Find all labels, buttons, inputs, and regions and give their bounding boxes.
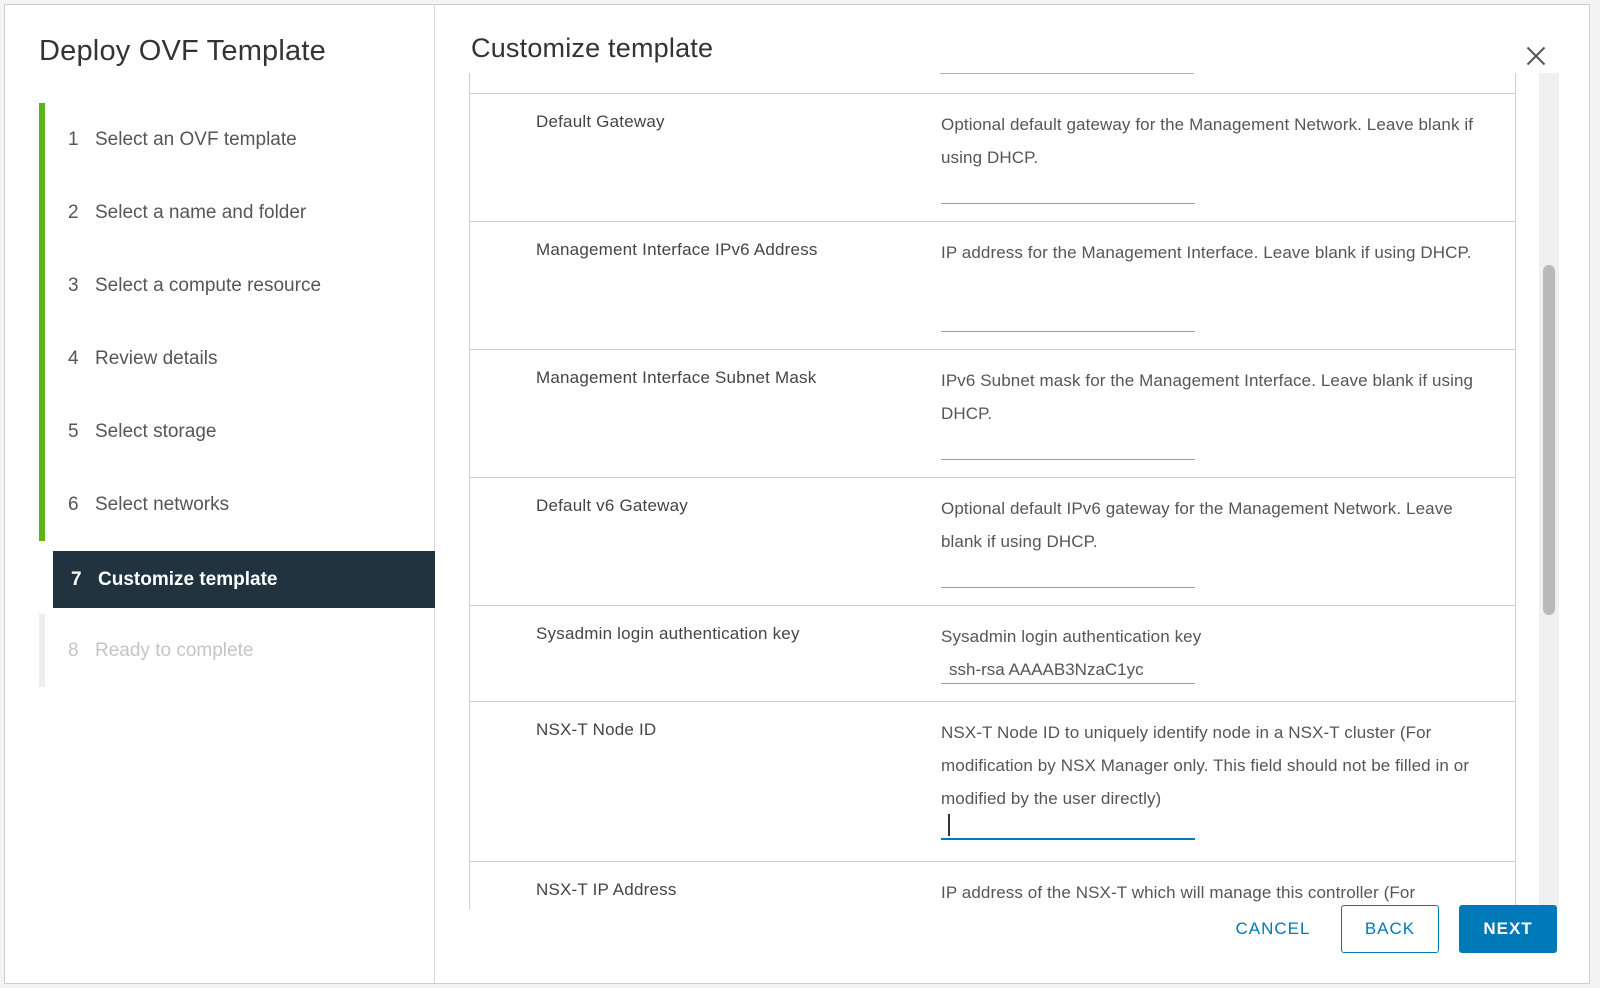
property-label: Default Gateway bbox=[536, 112, 665, 131]
property-label: Management Interface IPv6 Address bbox=[536, 240, 818, 259]
property-description: IPv6 Subnet mask for the Management Inte… bbox=[941, 371, 1474, 423]
step-select-name-folder[interactable]: 2 Select a name and folder bbox=[39, 176, 435, 249]
screen-background: Deploy OVF Template 1 Select an OVF temp… bbox=[0, 0, 1600, 988]
property-label: Sysadmin login authentication key bbox=[536, 624, 800, 643]
step-select-networks[interactable]: 6 Select networks bbox=[39, 468, 435, 541]
properties-table: Default Gateway Optional default gateway… bbox=[469, 73, 1516, 909]
property-label: NSX-T IP Address bbox=[536, 880, 677, 899]
default-v6-gateway-input[interactable] bbox=[941, 560, 1195, 588]
text-caret bbox=[948, 814, 950, 836]
step-label: Customize template bbox=[98, 568, 278, 590]
step-number: 2 bbox=[68, 201, 79, 223]
previous-field-underline bbox=[940, 73, 1194, 74]
step-select-ovf-template[interactable]: 1 Select an OVF template bbox=[39, 103, 435, 176]
step-review-details[interactable]: 4 Review details bbox=[39, 322, 435, 395]
scrollbar-thumb[interactable] bbox=[1543, 265, 1555, 615]
dialog-footer: CANCEL BACK NEXT bbox=[435, 905, 1591, 965]
step-select-compute-resource[interactable]: 3 Select a compute resource bbox=[39, 249, 435, 322]
deploy-ovf-dialog: Deploy OVF Template 1 Select an OVF temp… bbox=[4, 4, 1590, 984]
step-number: 5 bbox=[68, 420, 79, 442]
property-label: Default v6 Gateway bbox=[536, 496, 688, 515]
step-label: Select storage bbox=[95, 420, 217, 442]
property-row-nsxt-node-id: NSX-T Node ID NSX-T Node ID to uniquely … bbox=[470, 702, 1515, 862]
property-row-mgmt-ipv6-address: Management Interface IPv6 Address IP add… bbox=[470, 222, 1515, 350]
property-row-default-v6-gateway: Default v6 Gateway Optional default IPv6… bbox=[470, 478, 1515, 606]
property-label: Management Interface Subnet Mask bbox=[536, 368, 817, 387]
mgmt-subnet-mask-input[interactable] bbox=[941, 432, 1195, 460]
step-number: 7 bbox=[71, 568, 82, 590]
property-row-mgmt-subnet-mask: Management Interface Subnet Mask IPv6 Su… bbox=[470, 350, 1515, 478]
property-description: Optional default IPv6 gateway for the Ma… bbox=[941, 499, 1453, 551]
property-description: Optional default gateway for the Managem… bbox=[941, 115, 1474, 167]
step-label: Select a name and folder bbox=[95, 201, 307, 223]
property-row-default-gateway: Default Gateway Optional default gateway… bbox=[470, 94, 1515, 222]
nsxt-node-id-input[interactable] bbox=[941, 812, 1195, 840]
wizard-steps: 1 Select an OVF template 2 Select a name… bbox=[39, 103, 435, 687]
page-title: Customize template bbox=[471, 33, 714, 63]
property-row-sysadmin-auth-key: Sysadmin login authentication key Sysadm… bbox=[470, 606, 1515, 702]
step-label: Select a compute resource bbox=[95, 274, 322, 296]
step-ready-to-complete: 8 Ready to complete bbox=[39, 614, 435, 687]
step-label: Ready to complete bbox=[95, 639, 254, 661]
close-icon[interactable] bbox=[1523, 43, 1549, 69]
cancel-button[interactable]: CANCEL bbox=[1225, 905, 1321, 953]
step-number: 1 bbox=[68, 128, 79, 150]
active-step-highlight: 7 Customize template bbox=[53, 551, 435, 608]
property-row-nsxt-ip-address: NSX-T IP Address IP address of the NSX-T… bbox=[470, 862, 1515, 909]
wizard-sidebar: Deploy OVF Template 1 Select an OVF temp… bbox=[5, 5, 435, 983]
property-description: Sysadmin login authentication key bbox=[941, 627, 1202, 646]
step-number: 8 bbox=[68, 639, 79, 661]
properties-scroll-area[interactable]: Default Gateway Optional default gateway… bbox=[469, 73, 1517, 909]
step-number: 3 bbox=[68, 274, 79, 296]
wizard-content: Customize template Default Gateway Optio… bbox=[435, 5, 1591, 983]
step-customize-template[interactable]: 7 Customize template bbox=[39, 541, 435, 614]
step-label: Select networks bbox=[95, 493, 230, 515]
property-description: NSX-T Node ID to uniquely identify node … bbox=[941, 723, 1470, 808]
property-description: IP address for the Management Interface.… bbox=[941, 243, 1472, 262]
previous-row-remnant bbox=[470, 73, 1515, 94]
step-select-storage[interactable]: 5 Select storage bbox=[39, 395, 435, 468]
next-button[interactable]: NEXT bbox=[1459, 905, 1557, 953]
property-label: NSX-T Node ID bbox=[536, 720, 657, 739]
dialog-title: Deploy OVF Template bbox=[39, 35, 326, 67]
default-gateway-input[interactable] bbox=[941, 176, 1195, 204]
mgmt-ipv6-address-input[interactable] bbox=[941, 304, 1195, 332]
back-button[interactable]: BACK bbox=[1341, 905, 1439, 953]
step-number: 6 bbox=[68, 493, 79, 515]
vertical-scrollbar[interactable] bbox=[1539, 73, 1559, 909]
step-label: Select an OVF template bbox=[95, 128, 297, 150]
step-number: 4 bbox=[68, 347, 79, 369]
sysadmin-auth-key-input[interactable] bbox=[941, 656, 1195, 684]
step-label: Review details bbox=[95, 347, 218, 369]
